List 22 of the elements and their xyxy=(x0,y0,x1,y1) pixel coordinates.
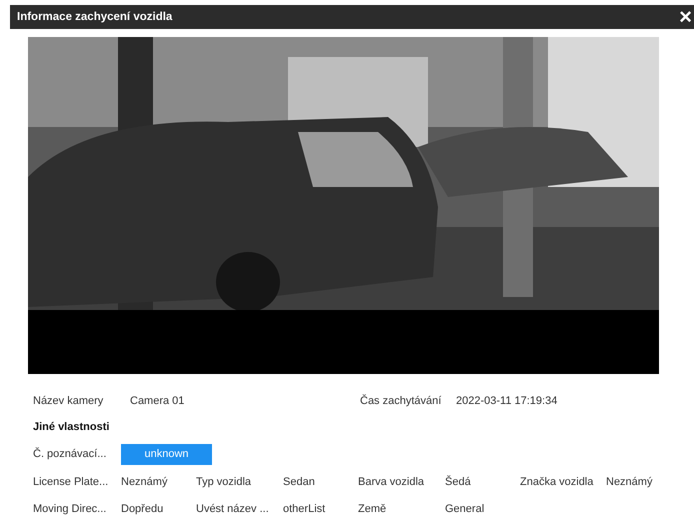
close-button[interactable]: × xyxy=(677,6,694,28)
field-label: License Plate... xyxy=(33,476,110,488)
field-value: Neznámý xyxy=(606,476,654,488)
field-label: Barva vozidla xyxy=(358,476,426,488)
field-label: Typ vozidla xyxy=(196,476,252,488)
field-label: Č. poznávací... xyxy=(33,448,108,460)
field-value: Neznámý xyxy=(121,476,168,488)
field-value: otherList xyxy=(283,502,326,514)
field-label: Uvést název ... xyxy=(196,502,270,514)
field-value: Dopředu xyxy=(121,502,164,514)
field-value: 2022-03-11 17:19:34 xyxy=(456,395,558,407)
field-label: Název kamery xyxy=(33,395,104,407)
field-label: Čas zachytávání xyxy=(360,395,442,407)
dialog-title: Informace zachycení vozidla xyxy=(17,11,172,23)
field-value: Šedá xyxy=(445,476,472,488)
field-label: Moving Direc... xyxy=(33,502,108,514)
field-value: Camera 01 xyxy=(130,395,186,407)
field-value: Sedan xyxy=(283,476,316,488)
field-label: Značka vozidla xyxy=(520,476,594,488)
field-value: General xyxy=(445,502,486,514)
field-label: Země xyxy=(358,502,388,514)
section-heading: Jiné vlastnosti xyxy=(33,420,110,435)
